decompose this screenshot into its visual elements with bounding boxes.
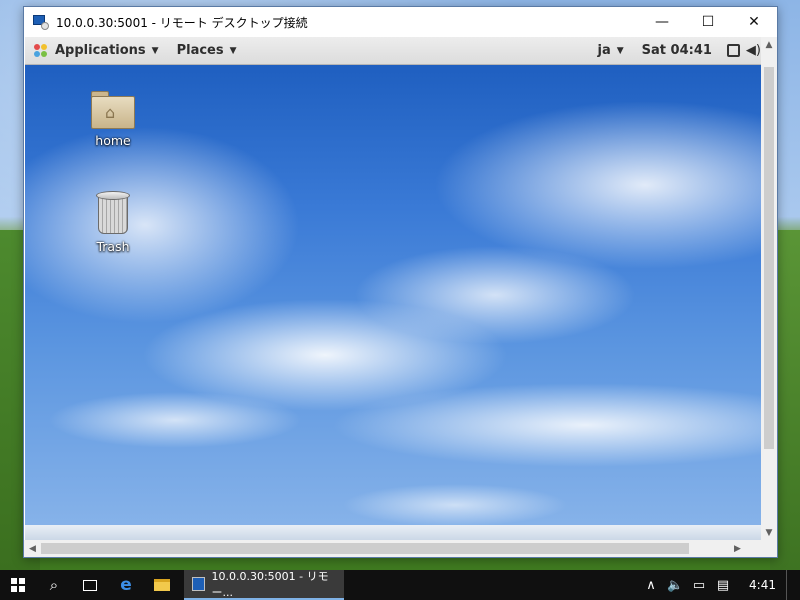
remote-desktop-app-icon[interactable] [33,14,49,30]
search-button[interactable]: ⌕ [36,570,72,600]
applications-menu[interactable]: Applications ▼ [25,37,168,65]
edge-browser-button[interactable]: e [108,570,144,600]
windows-logo-icon [11,578,25,592]
taskbar-clock[interactable]: 4:41 [749,578,776,592]
chevron-up-icon[interactable]: ∧ [639,578,663,593]
chevron-down-icon: ▼ [151,45,159,56]
network-icon[interactable]: ▭ [687,578,711,593]
horizontal-scroll-thumb[interactable] [41,543,689,554]
task-view-button[interactable] [72,570,108,600]
desktop-icon-trash[interactable]: Trash [73,191,153,254]
panel-clock[interactable]: Sat 04:41 [633,37,721,65]
maximize-button[interactable]: ☐ [685,7,731,37]
taskbar-remote-desktop-task[interactable]: 10.0.0.30:5001 - リモー... [184,570,344,600]
show-desktop-button[interactable] [786,570,800,600]
vertical-scrollbar[interactable]: ▲ ▼ [761,37,777,541]
edge-icon: e [120,575,132,595]
trash-icon [95,191,131,235]
input-language-menu[interactable]: ja ▼ [589,37,633,65]
scrollbar-corner [761,540,777,557]
remote-desktop-app-icon [192,577,206,591]
desktop-icon-label: Trash [96,239,130,254]
start-button[interactable] [0,570,36,600]
folder-icon [154,579,170,591]
search-icon: ⌕ [49,576,59,594]
applications-label: Applications [55,43,146,58]
windows-taskbar: ⌕ e 10.0.0.30:5001 - リモー... ∧ 🔈 ▭ ▤ 4:41 [0,570,800,600]
horizontal-scrollbar[interactable]: ◀ ▶ [24,540,762,557]
window-titlebar[interactable]: 10.0.0.30:5001 - リモート デスクトップ接続 — ☐ ✕ [24,7,777,37]
desktop-icon-home[interactable]: ⌂ home [73,91,153,148]
scroll-up-arrow-icon[interactable]: ▲ [761,37,777,53]
scroll-right-arrow-icon[interactable]: ▶ [729,540,746,557]
remote-desktop-wallpaper: ⌂ home Trash [25,65,763,541]
close-button[interactable]: ✕ [731,7,777,37]
task-view-icon [83,579,97,591]
desktop-icon-label: home [95,133,131,148]
chevron-down-icon: ▼ [616,45,624,56]
speaker-icon[interactable]: 🔈 [663,578,687,593]
speaker-icon[interactable]: ◀) [746,43,761,58]
system-tray: ∧ 🔈 ▭ ▤ 4:41 [639,570,800,600]
wallpaper-snow-mountains [25,525,763,541]
chevron-down-icon: ▼ [229,45,237,56]
home-folder-icon: ⌂ [91,91,135,129]
action-center-icon[interactable]: ▤ [711,578,735,593]
places-label: Places [176,43,224,58]
scroll-left-arrow-icon[interactable]: ◀ [24,540,41,557]
file-explorer-button[interactable] [144,570,180,600]
screen-icon[interactable] [726,44,740,57]
applications-icon [34,43,48,58]
vertical-scroll-thumb[interactable] [764,67,774,449]
gnome-top-panel: Applications ▼ Places ▼ ja ▼ Sat 04:41 ◀… [25,37,763,65]
language-label: ja [597,43,611,58]
remote-session-viewport[interactable]: Applications ▼ Places ▼ ja ▼ Sat 04:41 ◀… [25,37,763,541]
remote-desktop-window[interactable]: 10.0.0.30:5001 - リモート デスクトップ接続 — ☐ ✕ App… [23,6,778,558]
window-title: 10.0.0.30:5001 - リモート デスクトップ接続 [56,15,308,30]
scroll-down-arrow-icon[interactable]: ▼ [761,525,777,541]
minimize-button[interactable]: — [639,7,685,37]
places-menu[interactable]: Places ▼ [168,37,246,65]
task-label: 10.0.0.30:5001 - リモー... [211,570,329,599]
clock-label: Sat 04:41 [641,43,712,58]
